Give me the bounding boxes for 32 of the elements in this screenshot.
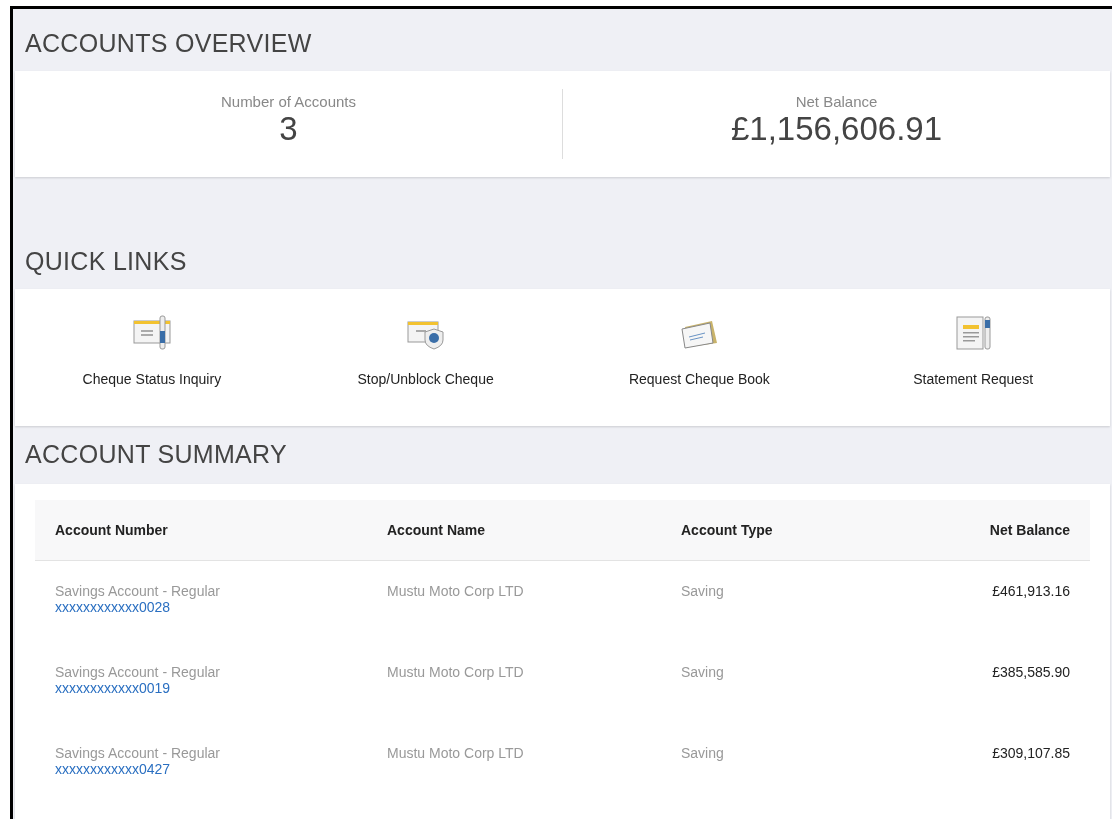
document-pen-icon[interactable]	[953, 313, 994, 353]
section-title: ACCOUNT SUMMARY	[24, 439, 288, 470]
quick-link[interactable]: Statement Request	[913, 371, 1034, 387]
table-cell-text: £385,585.90	[991, 664, 1070, 682]
table-cell-text: Mustu Moto Corp LTD	[387, 745, 525, 763]
column-header: Account Name	[387, 522, 487, 538]
section-title: QUICK LINKS	[24, 246, 188, 277]
column-header: Net Balance	[988, 522, 1070, 538]
account-number-link[interactable]: xxxxxxxxxxxx0028	[55, 599, 387, 615]
column-header: Account Number	[55, 522, 169, 538]
account-number-link[interactable]: xxxxxxxxxxxx0427	[55, 761, 387, 777]
stat-value: £1,156,606.91	[730, 110, 942, 148]
table-cell-text: Mustu Moto Corp LTD	[387, 583, 525, 601]
table-cell-text: Saving	[681, 664, 725, 682]
account-product: Savings Account - Regular	[55, 664, 221, 680]
stat-value: 3	[279, 110, 298, 148]
quick-link[interactable]: Cheque Status Inquiry	[82, 371, 222, 387]
table-cell-text: £461,913.16	[991, 583, 1070, 601]
account-product: Savings Account - Regular	[55, 745, 221, 761]
table-cell-text: Saving	[681, 583, 725, 601]
table-cell-text: Saving	[681, 745, 725, 763]
table-cell-text: £309,107.85	[991, 745, 1070, 763]
section-title: ACCOUNTS OVERVIEW	[24, 28, 313, 59]
quick-link[interactable]: Request Cheque Book	[628, 371, 770, 387]
account-product: Savings Account - Regular	[55, 583, 221, 599]
column-header: Account Type	[681, 522, 774, 538]
quick-link[interactable]: Stop/Unblock Cheque	[357, 371, 494, 387]
table-cell-text: Mustu Moto Corp LTD	[387, 664, 525, 682]
stat-label: Number of Accounts	[220, 93, 357, 110]
account-number-link[interactable]: xxxxxxxxxxxx0019	[55, 680, 387, 696]
cheque-pen-icon[interactable]	[131, 313, 172, 353]
stat-label: Net Balance	[795, 93, 878, 110]
